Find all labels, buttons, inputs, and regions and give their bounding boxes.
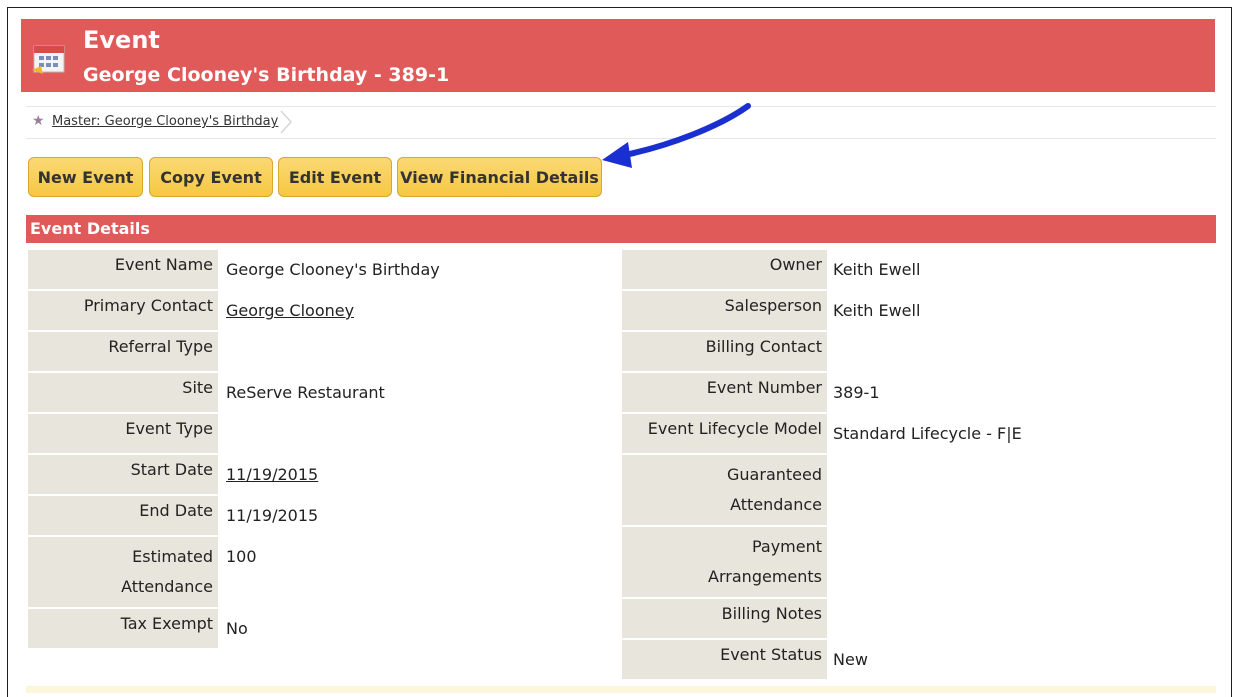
event-number-value: 389-1 (833, 383, 880, 402)
breadcrumb-separator-icon (280, 110, 293, 134)
edit-event-button[interactable]: Edit Event (278, 157, 392, 197)
event-name-label: Event Name (28, 250, 218, 289)
guaranteed-attendance-label: Guaranteed Attendance (622, 455, 827, 525)
end-date-label: End Date (28, 496, 218, 535)
billing-contact-label: Billing Contact (622, 332, 827, 371)
salesperson-label: Salesperson (622, 291, 827, 330)
referral-type-label: Referral Type (28, 332, 218, 371)
tax-exempt-label: Tax Exempt (28, 609, 218, 648)
event-type-label: Event Type (28, 414, 218, 453)
end-date-value: 11/19/2015 (226, 506, 319, 525)
new-event-button[interactable]: New Event (28, 157, 143, 197)
tax-exempt-value: No (226, 619, 248, 638)
owner-label: Owner (622, 250, 827, 289)
payment-arrangements-label: Payment Arrangements (622, 527, 827, 597)
site-value: ReServe Restaurant (226, 383, 385, 402)
event-number-label: Event Number (622, 373, 827, 412)
copy-event-button[interactable]: Copy Event (149, 157, 273, 197)
owner-value: Keith Ewell (833, 260, 921, 279)
star-icon: ★ (32, 113, 45, 129)
page-title: Event (83, 26, 160, 54)
event-details-section-header: Event Details (26, 215, 1216, 243)
primary-contact-label: Primary Contact (28, 291, 218, 330)
next-section-strip (26, 686, 1216, 693)
calendar-icon (32, 45, 65, 74)
event-status-label: Event Status (622, 640, 827, 679)
event-name-value: George Clooney's Birthday (226, 260, 440, 279)
estimated-attendance-value: 100 (226, 547, 257, 566)
site-label: Site (28, 373, 218, 412)
annotation-arrow (602, 103, 751, 168)
start-date-label: Start Date (28, 455, 218, 494)
primary-contact-link[interactable]: George Clooney (226, 296, 354, 326)
billing-notes-label: Billing Notes (622, 599, 827, 638)
page-header: Event George Clooney's Birthday - 389-1 (21, 19, 1215, 92)
breadcrumb-master-link[interactable]: Master: George Clooney's Birthday (52, 114, 278, 129)
start-date-link[interactable]: 11/19/2015 (226, 460, 318, 490)
view-financial-details-button[interactable]: View Financial Details (397, 157, 602, 197)
salesperson-value: Keith Ewell (833, 301, 921, 320)
event-status-value: New (833, 650, 868, 669)
event-lifecycle-model-label: Event Lifecycle Model (622, 414, 827, 453)
page-subtitle: George Clooney's Birthday - 389-1 (83, 64, 450, 86)
estimated-attendance-label: Estimated Attendance (28, 537, 218, 607)
event-lifecycle-model-value: Standard Lifecycle - F|E (833, 424, 1022, 443)
